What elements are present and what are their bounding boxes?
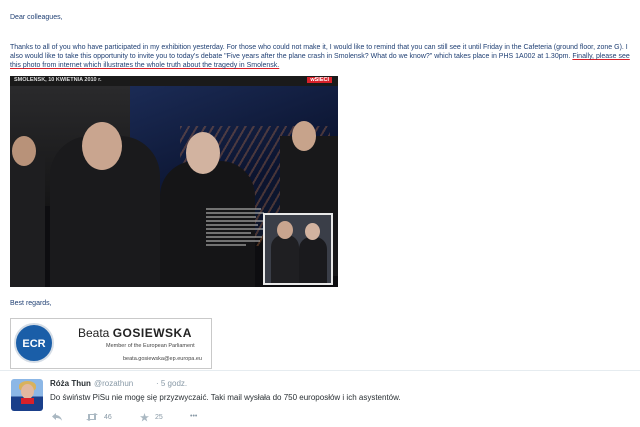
- retweet-count: 46: [103, 413, 112, 421]
- person-left-body: [10, 156, 45, 287]
- email-closing: Best regards,: [10, 300, 52, 307]
- tweet-text: Do świństw PiSu nie mogę się przyzwyczai…: [50, 393, 401, 402]
- person-main-head: [82, 122, 122, 170]
- signature-last-name: GOSIEWSKA: [112, 326, 192, 340]
- photo-header-text: SMOLENSK, 10 KWIETNIA 2010 r.: [14, 77, 102, 83]
- tweet-author-name[interactable]: Róża Thun: [50, 379, 91, 388]
- email-message: Dear colleagues, Thanks to all of you wh…: [0, 0, 640, 370]
- person-second-head: [186, 132, 220, 174]
- signature-email[interactable]: beata.gosiewska@ep.europa.eu: [123, 356, 202, 362]
- inset-person-b-head: [305, 223, 320, 240]
- magazine-logo: wSIECI: [307, 77, 332, 83]
- tweet-author-handle[interactable]: @rozathun: [94, 379, 133, 388]
- email-body-text: Thanks to all of you who have participat…: [10, 44, 628, 60]
- photo-article-text-block: [206, 208, 266, 248]
- magazine-photo: SMOLENSK, 10 KWIETNIA 2010 r. wSIECI: [10, 76, 338, 287]
- signature-name: Beata GOSIEWSKA: [78, 326, 192, 340]
- inset-person-a: [271, 235, 299, 283]
- email-greeting: Dear colleagues,: [10, 14, 63, 21]
- retweet-icon: [86, 413, 98, 421]
- tweet-timestamp[interactable]: · 5 godz.: [156, 379, 187, 388]
- photo-inset: [263, 213, 333, 285]
- reply-icon[interactable]: [52, 413, 62, 421]
- signature-first-name: Beata: [78, 326, 110, 340]
- ecr-logo: ECR: [14, 323, 54, 363]
- avatar-scarf: [21, 398, 34, 404]
- inset-person-b: [299, 237, 327, 283]
- avatar-face: [21, 384, 34, 399]
- ecr-logo-text: ECR: [22, 338, 46, 350]
- star-icon: [140, 413, 149, 422]
- more-icon[interactable]: •••: [190, 413, 197, 420]
- favorite-button[interactable]: 25: [140, 413, 163, 422]
- person-right-head: [292, 121, 316, 151]
- email-body: Thanks to all of you who have participat…: [10, 43, 635, 70]
- person-left-head: [12, 136, 36, 166]
- inset-person-a-head: [277, 221, 293, 239]
- avatar[interactable]: [11, 379, 43, 411]
- favorite-count: 25: [154, 414, 163, 422]
- email-signature: ECR Beata GOSIEWSKA Member of the Europe…: [10, 318, 212, 369]
- retweet-button[interactable]: 46: [86, 413, 112, 421]
- tweet[interactable]: Róża Thun @rozathun · 5 godz. Do świństw…: [0, 370, 640, 427]
- signature-title: Member of the European Parliament: [106, 343, 195, 349]
